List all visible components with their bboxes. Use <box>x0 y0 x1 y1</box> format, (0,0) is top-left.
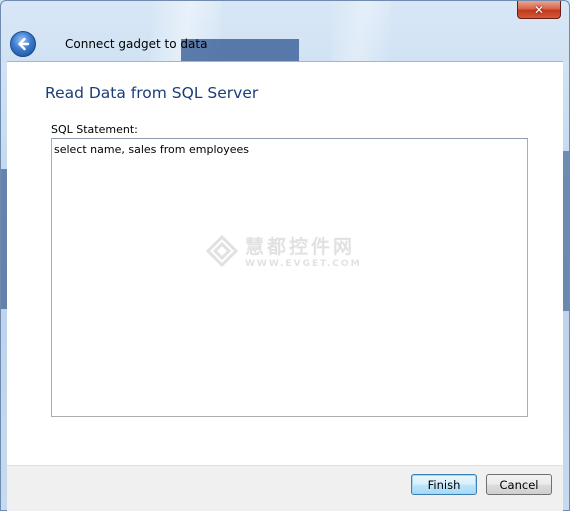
back-button[interactable] <box>10 31 36 57</box>
window-title: Connect gadget to data <box>65 37 208 51</box>
finish-button[interactable]: Finish <box>411 474 477 495</box>
page-heading: Read Data from SQL Server <box>45 84 259 102</box>
close-button[interactable]: ✕ <box>517 1 561 19</box>
close-icon: ✕ <box>533 2 545 17</box>
cancel-button[interactable]: Cancel <box>486 474 552 495</box>
sql-statement-label: SQL Statement: <box>51 123 138 136</box>
glass-highlight <box>331 1 391 61</box>
button-bar: Finish Cancel <box>7 465 563 511</box>
background-window-glimpse <box>563 151 569 311</box>
sql-statement-input[interactable]: select name, sales from employees <box>51 138 528 417</box>
back-arrow-icon <box>18 37 30 51</box>
wizard-content: Read Data from SQL Server SQL Statement:… <box>7 61 563 466</box>
